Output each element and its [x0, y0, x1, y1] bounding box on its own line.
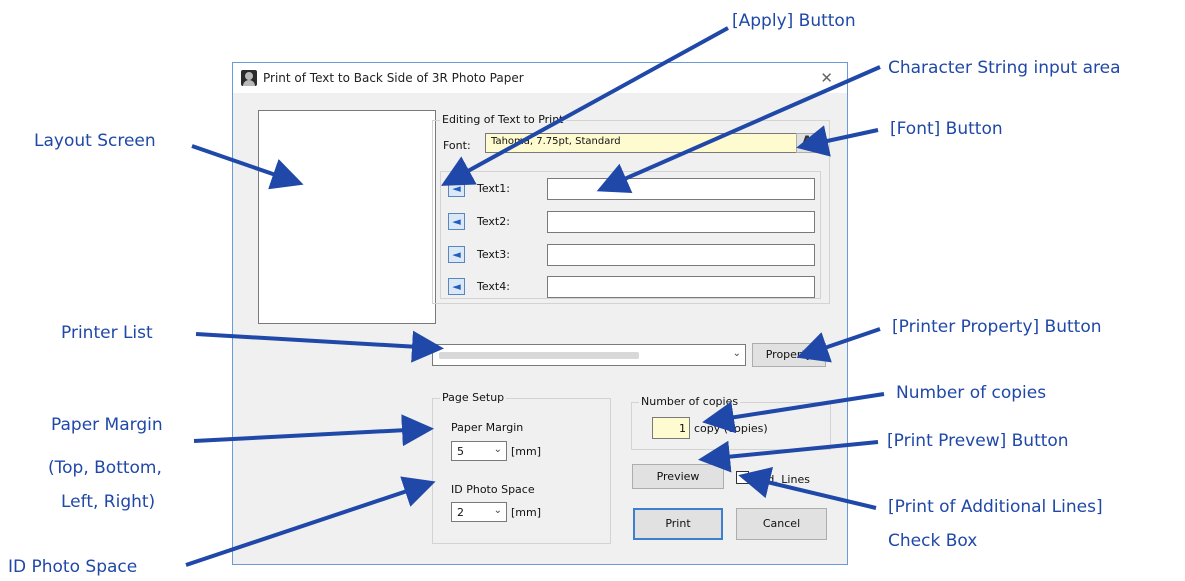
arrow-number-copies — [702, 392, 885, 434]
arrow-id-photo-space — [185, 476, 436, 567]
arrow-paper-margin — [193, 414, 434, 447]
arrow-apply-button — [440, 26, 729, 186]
arrow-print-preview — [698, 440, 879, 473]
callout-arrows — [185, 26, 885, 567]
arrow-printer-property — [796, 327, 881, 363]
arrow-char-input — [596, 65, 881, 194]
arrow-printer-list — [195, 330, 444, 363]
arrow-layout-screen — [191, 144, 304, 190]
arrow-font-button — [796, 125, 879, 157]
arrow-additional-lines — [738, 467, 877, 510]
